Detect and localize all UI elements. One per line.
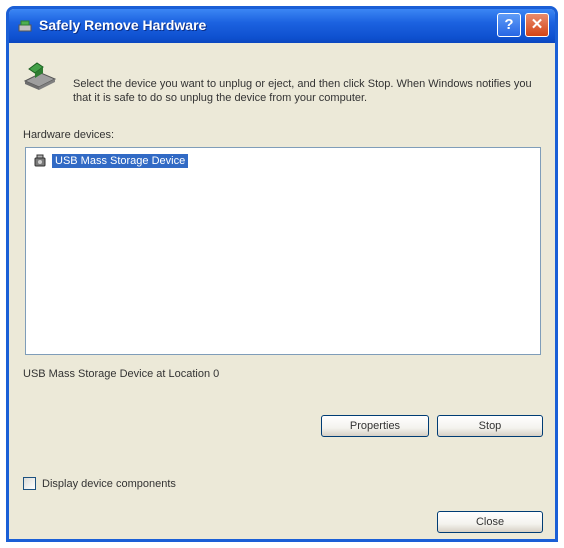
stop-button[interactable]: Stop xyxy=(437,415,543,437)
hardware-devices-list[interactable]: USB Mass Storage Device xyxy=(25,147,541,355)
properties-button[interactable]: Properties xyxy=(321,415,429,437)
title-bar[interactable]: Safely Remove Hardware ? ✕ xyxy=(9,9,555,43)
safely-remove-hardware-dialog: Safely Remove Hardware ? ✕ Select the de… xyxy=(6,6,558,542)
instruction-text: Select the device you want to unplug or … xyxy=(73,78,532,104)
list-item-label: USB Mass Storage Device xyxy=(50,153,190,169)
dialog-content: Select the device you want to unplug or … xyxy=(9,43,555,539)
display-components-label[interactable]: Display device components xyxy=(42,478,176,490)
hardware-devices-label: Hardware devices: xyxy=(23,129,115,141)
device-location-text: USB Mass Storage Device at Location 0 xyxy=(23,368,220,380)
usb-device-icon xyxy=(34,154,46,167)
safely-remove-hardware-icon xyxy=(23,62,57,90)
window-close-button[interactable]: ✕ xyxy=(525,13,549,37)
help-button[interactable]: ? xyxy=(497,13,521,37)
hardware-icon xyxy=(18,20,32,32)
list-item[interactable]: USB Mass Storage Device xyxy=(32,152,190,170)
close-button[interactable]: Close xyxy=(437,511,543,533)
window-title: Safely Remove Hardware xyxy=(39,17,207,33)
display-components-checkbox[interactable] xyxy=(23,477,36,490)
display-components-row[interactable]: Display device components xyxy=(23,477,176,490)
